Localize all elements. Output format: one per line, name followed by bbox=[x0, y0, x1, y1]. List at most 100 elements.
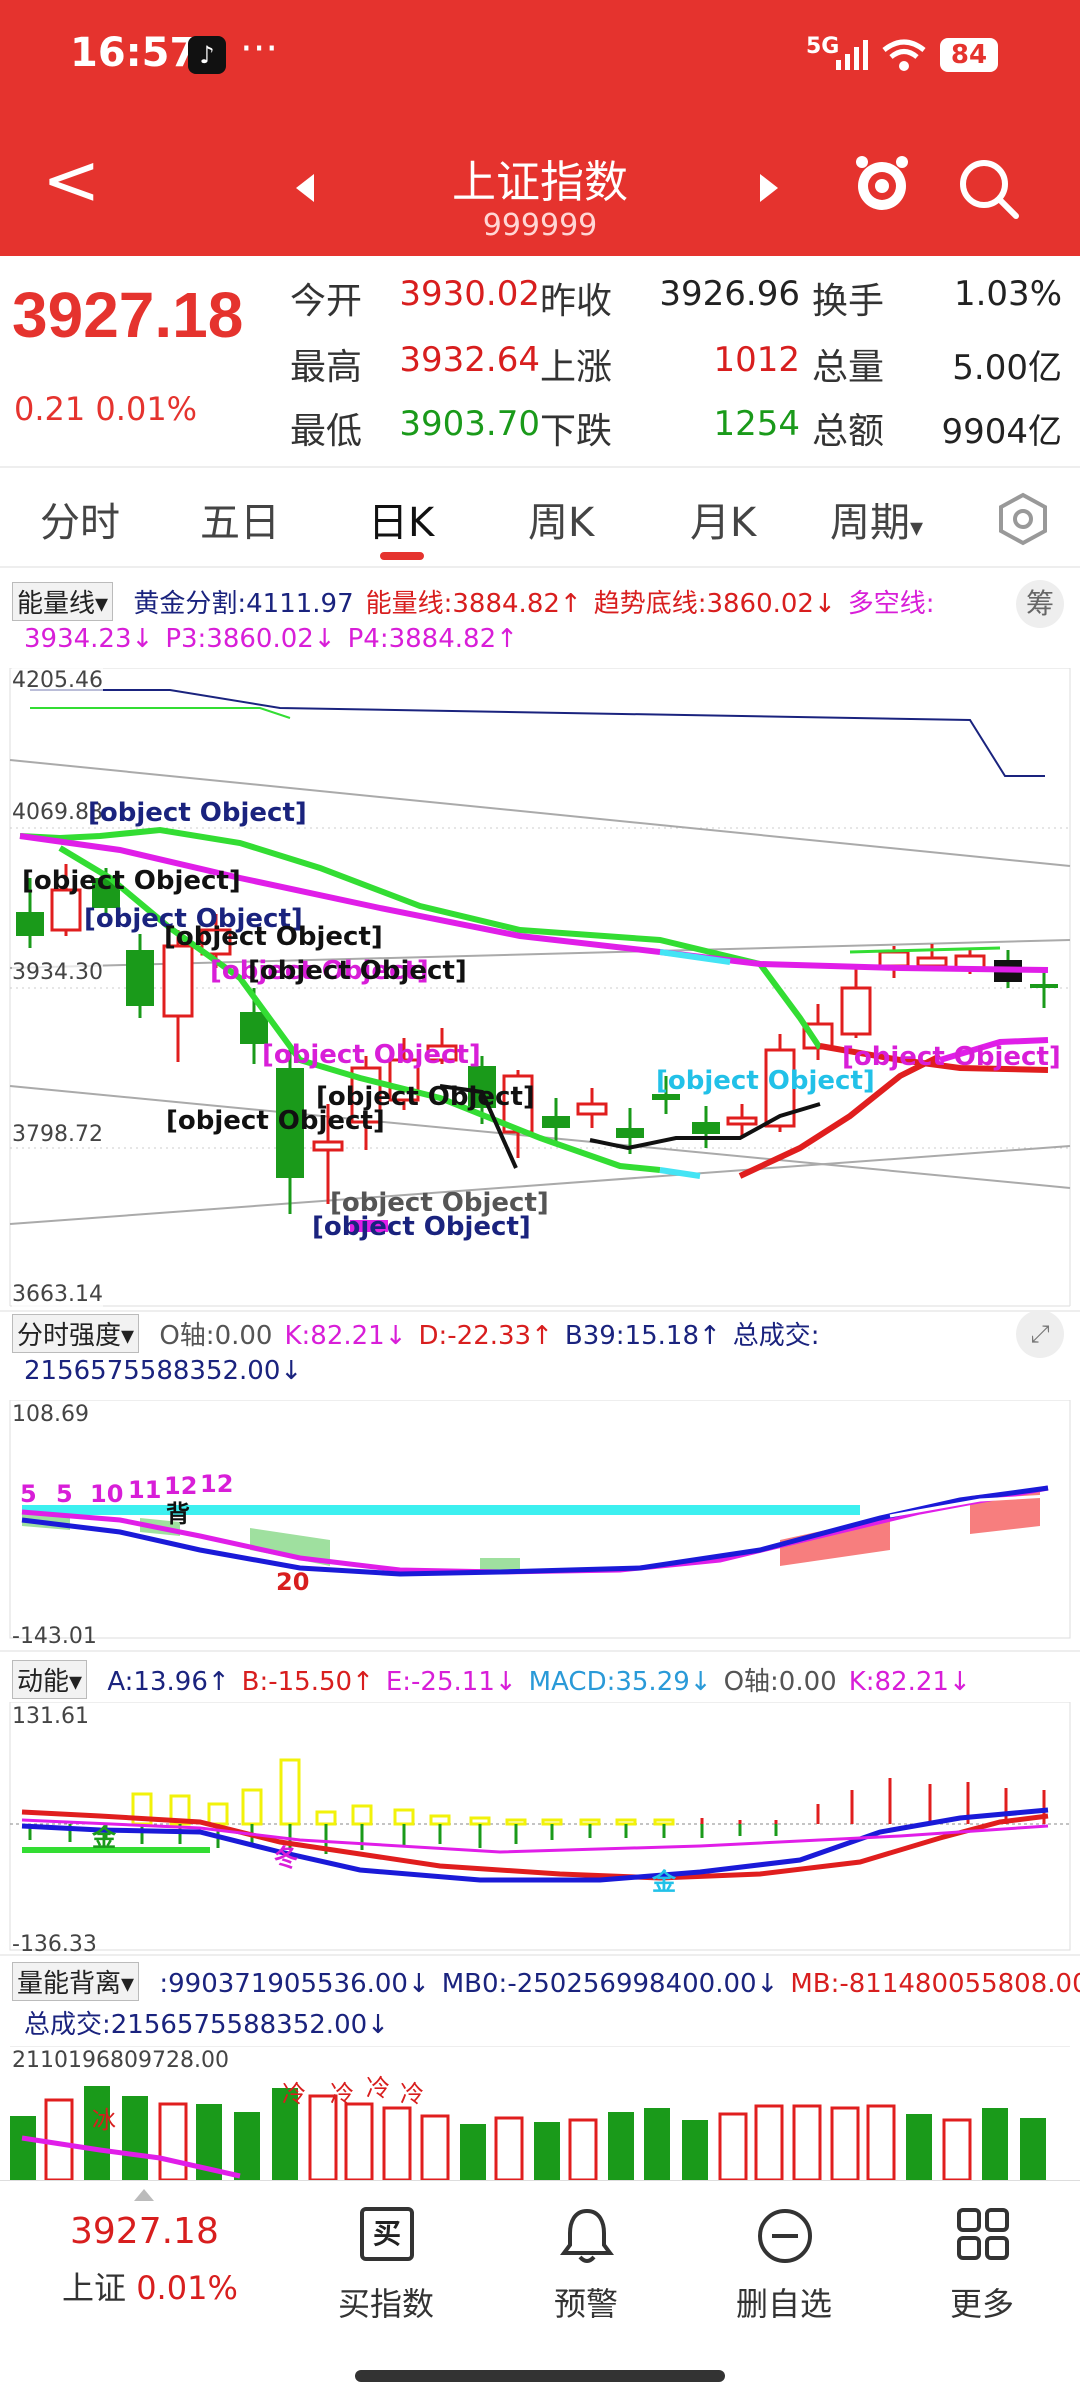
status-time: 16:57 bbox=[70, 30, 198, 76]
signal-icon bbox=[836, 40, 868, 70]
chart-annotation: 冬 bbox=[274, 1844, 298, 1872]
indicator-momentum-header: 动能▾ A:13.96↑ B:-15.50↑ E:-25.11↓ MACD:35.29… bbox=[12, 1660, 1072, 1699]
tab-monthly-k[interactable]: 月K bbox=[690, 490, 756, 548]
tab-daily-k[interactable]: 日K bbox=[368, 490, 434, 548]
indicator-value: 能量线:3884.82↑ bbox=[365, 589, 582, 619]
battery-indicator: 84 bbox=[940, 38, 998, 72]
volume-bar bbox=[382, 2106, 412, 2180]
alert-button[interactable]: 预警 bbox=[536, 2201, 636, 2341]
change-value: 0.21 bbox=[14, 390, 86, 428]
y-axis-label: -143.01 bbox=[12, 1624, 97, 1649]
volume-bar bbox=[982, 2108, 1008, 2180]
indicator-select-energy[interactable]: 能量线▾ bbox=[12, 582, 114, 621]
volume-bar bbox=[682, 2120, 708, 2180]
intraday-strength-chart[interactable] bbox=[0, 1400, 1080, 1640]
tab-period[interactable]: 周期▾ bbox=[830, 490, 923, 548]
chart-annotation: 冷 bbox=[330, 2080, 354, 2108]
volume-bar bbox=[608, 2112, 634, 2180]
current-price: 3927.18 bbox=[12, 279, 244, 351]
volume-bar bbox=[644, 2108, 670, 2180]
y-axis-label: 3934.30 bbox=[12, 960, 103, 985]
indicator-value: 总成交: bbox=[732, 1321, 820, 1351]
candle-body bbox=[692, 1122, 720, 1134]
tab-weekly-k[interactable]: 周K bbox=[528, 490, 594, 548]
chart-annotation: 12 bbox=[200, 1470, 234, 1498]
volume-bar bbox=[942, 2118, 972, 2180]
tab-fenshi[interactable]: 分时 bbox=[40, 490, 120, 548]
quote-value: 3930.02 bbox=[399, 274, 540, 314]
indicator-value: B:-15.50↑ bbox=[241, 1667, 374, 1697]
page-title: 上证指数 bbox=[452, 157, 628, 208]
indicator-value: O轴:0.00 bbox=[723, 1667, 837, 1697]
index-summary[interactable]: 上证 0.01% bbox=[62, 2263, 238, 2309]
volume-bar bbox=[494, 2116, 524, 2180]
volume-bar bbox=[1020, 2118, 1046, 2180]
chart-annotation: 冷 bbox=[400, 2080, 424, 2108]
chart-annotation: 冰 bbox=[92, 2106, 116, 2134]
candle-body bbox=[1030, 984, 1058, 988]
indicator-name: 量能背离 bbox=[17, 1969, 122, 1999]
indicator-value: P4:3884.82↑ bbox=[347, 624, 518, 654]
indicator-values-line2: 3934.23↓ P3:3860.02↓ P4:3884.82↑ bbox=[12, 624, 1012, 654]
network-label: 5G bbox=[806, 34, 840, 59]
indicator-values: A:13.96↑ B:-15.50↑ E:-25.11↓ MACD:35.29↓ O轴:… bbox=[95, 1667, 970, 1697]
divider bbox=[0, 1310, 1080, 1312]
macd-bar bbox=[315, 1810, 337, 1826]
assistant-robot-icon[interactable] bbox=[852, 152, 912, 222]
indicator-value: K:82.21↓ bbox=[284, 1321, 407, 1351]
indicator-select-strength[interactable]: 分时强度▾ bbox=[12, 1314, 140, 1353]
quote-value: 3926.96 bbox=[659, 274, 800, 314]
candle-body bbox=[840, 986, 872, 1036]
change-percent: 0.01% bbox=[95, 390, 198, 428]
y-axis-label: 3798.72 bbox=[12, 1122, 103, 1147]
momentum-chart[interactable] bbox=[0, 1702, 1080, 1952]
expand-up-icon[interactable] bbox=[134, 2189, 154, 2201]
volume-bar bbox=[534, 2122, 560, 2180]
indicator-value: MACD:35.29↓ bbox=[528, 1667, 712, 1697]
chip-distribution-button[interactable]: 筹 bbox=[1016, 580, 1064, 628]
tab-wuri[interactable]: 五日 bbox=[200, 490, 280, 548]
settings-hexagon-icon[interactable] bbox=[996, 492, 1050, 546]
bell-icon bbox=[560, 2208, 614, 2263]
price-change: 0.21 0.01% bbox=[14, 390, 197, 428]
buy-index-button[interactable]: 买 买指数 bbox=[336, 2201, 436, 2341]
indicator-select-volume[interactable]: 量能背离▾ bbox=[12, 1962, 140, 2001]
quote-value: 1254 bbox=[713, 404, 800, 444]
chart-annotation: 5 bbox=[20, 1480, 37, 1508]
candle-body bbox=[616, 1128, 644, 1138]
more-button[interactable]: 更多 bbox=[932, 2201, 1032, 2341]
quote-value: 9904亿 bbox=[941, 412, 1062, 452]
quote-value: 1012 bbox=[713, 340, 800, 380]
indicator-value: E:-25.11↓ bbox=[385, 1667, 517, 1697]
chart-annotation: 背 bbox=[166, 1500, 190, 1528]
search-icon[interactable] bbox=[958, 158, 1020, 220]
next-stock-arrow-icon[interactable] bbox=[760, 174, 778, 202]
y-axis-label: 131.61 bbox=[12, 1704, 89, 1729]
indicator-value: K:82.21↓ bbox=[848, 1667, 971, 1697]
volume-bar bbox=[906, 2114, 932, 2180]
macd-bar bbox=[279, 1758, 301, 1826]
chart-annotation: [object Object] bbox=[316, 1082, 535, 1112]
expand-icon[interactable]: ⤢ bbox=[1016, 1310, 1064, 1358]
indicator-value: 总成交:2156575588352.00↓ bbox=[24, 2010, 389, 2040]
indicator-values-line2: 总成交:2156575588352.00↓ bbox=[12, 2004, 389, 2041]
y-axis-label: 108.69 bbox=[12, 1402, 89, 1427]
macd-bar bbox=[207, 1802, 229, 1826]
chart-annotation: [object Object] bbox=[22, 866, 241, 896]
index-price[interactable]: 3927.18 bbox=[70, 2211, 219, 2252]
quote-value: 3932.64 bbox=[399, 340, 540, 380]
candle-body bbox=[878, 950, 910, 968]
chart-annotation: 5 bbox=[56, 1480, 73, 1508]
indicator-energy-header: 能量线▾ 黄金分割:4111.97 能量线:3884.82↑ 趋势底线:3860.0… bbox=[12, 582, 1012, 621]
divider bbox=[0, 566, 1080, 568]
chart-annotation: 20 bbox=[276, 1568, 310, 1596]
chart-annotation: [object Object] bbox=[164, 922, 383, 952]
remove-watchlist-button[interactable]: 删自选 bbox=[734, 2201, 834, 2341]
indicator-value: 2156575588352.00↓ bbox=[24, 1356, 303, 1386]
indicator-select-momentum[interactable]: 动能▾ bbox=[12, 1660, 88, 1699]
volume-bar bbox=[718, 2112, 748, 2180]
y-axis-label: 3663.14 bbox=[12, 1282, 103, 1307]
indicator-name: 分时强度 bbox=[17, 1321, 122, 1351]
app-header: 16:57 ♪ ··· 5G 84 < 上证指数 999999 bbox=[0, 0, 1080, 256]
indicator-values: :990371905536.00↓ MB0:-250256998400.00↓ MB… bbox=[147, 1969, 1080, 1999]
